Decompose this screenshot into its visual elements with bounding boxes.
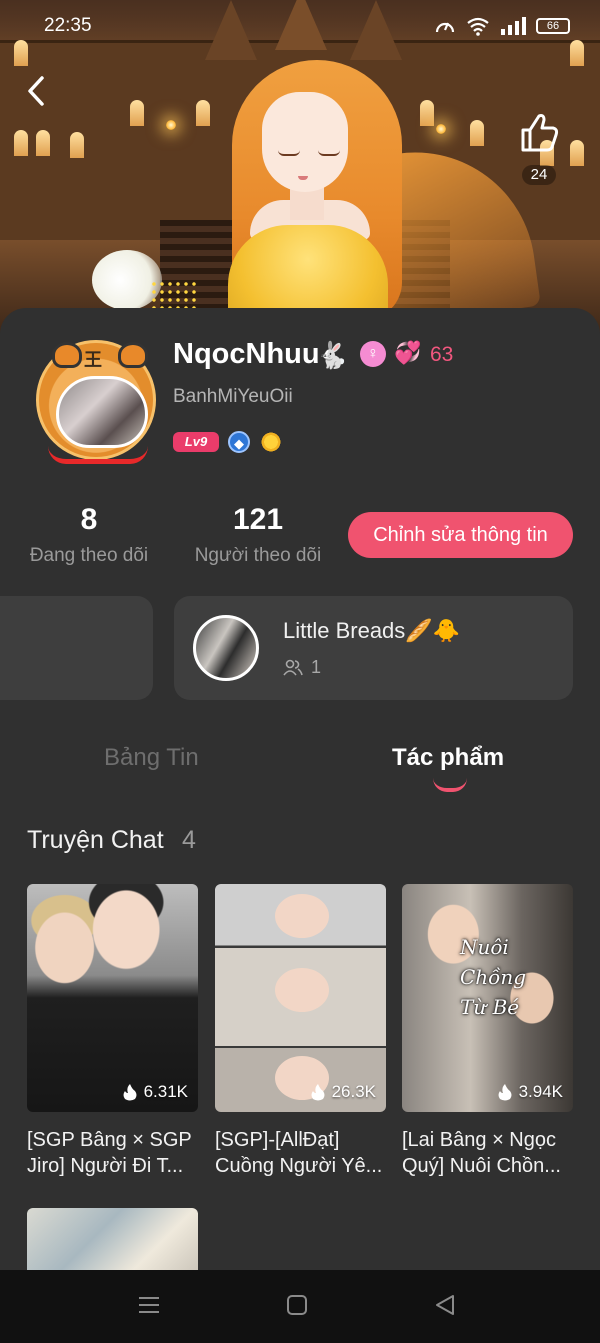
story-card[interactable]: Nuôi Chồng Từ Bé 3.94K [Lai Bâng × Ngọc … (402, 884, 573, 1179)
group-name: Little Breads🥖🐥 (283, 618, 461, 643)
back-nav-button[interactable] (432, 1292, 462, 1322)
tab-works[interactable]: Tác phẩm (392, 744, 504, 772)
back-button[interactable] (22, 74, 52, 108)
story-cover-text: Nuôi Chồng Từ Bé (460, 935, 527, 1019)
rabbit-icon: 🐇 (316, 340, 349, 370)
home-button[interactable] (284, 1292, 314, 1322)
story-cover: 6.31K (27, 884, 198, 1112)
fire-icon (123, 1084, 137, 1101)
avatar-frame-ring (48, 446, 148, 464)
heart-count: 63 (430, 343, 454, 366)
menu-icon (139, 1297, 159, 1313)
group-avatar (193, 615, 259, 681)
display-name: NqocNhuu (173, 338, 320, 370)
story-card[interactable]: 26.3K [SGP]-[AllĐạt] Cuồng Người Yê... (215, 884, 386, 1179)
like-button[interactable]: 24 (514, 110, 564, 185)
speed-icon (435, 22, 455, 33)
story-title: [SGP]-[AllĐạt] Cuồng Người Yê... (215, 1129, 383, 1177)
status-time: 22:35 (44, 15, 92, 36)
story-card-partial[interactable] (27, 1208, 198, 1278)
followers-label: Người theo dõi (194, 545, 322, 566)
group-card-partial[interactable] (0, 596, 153, 700)
section-title: Truyện Chat (27, 826, 164, 854)
story-title: [Lai Bâng × Ngọc Quý] Nuôi Chồn... (402, 1129, 561, 1177)
thumbs-up-icon (521, 114, 559, 152)
members-icon (283, 659, 303, 676)
story-view-count: 6.31K (143, 1082, 188, 1101)
recent-apps-button[interactable] (136, 1292, 166, 1322)
group-members: 1 (283, 657, 321, 678)
battery-icon: 66 (536, 18, 570, 34)
triangle-back-icon (436, 1295, 454, 1315)
fire-icon (498, 1084, 512, 1101)
square-icon (287, 1295, 307, 1315)
followers-stat[interactable]: 121 Người theo dõi (190, 503, 326, 567)
tab-feed[interactable]: Bảng Tin (104, 744, 199, 772)
story-view-count: 3.94K (518, 1082, 563, 1101)
hearts-icon: 💞 (394, 340, 422, 365)
signal-icon (501, 17, 526, 35)
following-stat[interactable]: 8 Đang theo dõi (26, 503, 152, 567)
story-view-count: 26.3K (331, 1082, 376, 1101)
section-count: 4 (182, 826, 196, 854)
story-views: 26.3K (310, 1082, 376, 1102)
user-handle: BanhMiYeuOii (173, 386, 293, 407)
profile-cover-image (0, 0, 600, 340)
wifi-icon (467, 17, 489, 36)
story-card[interactable]: 6.31K [SGP Bâng × SGP Jiro] Người Đi T..… (27, 884, 198, 1179)
chevron-left-icon (28, 76, 44, 106)
diamond-badge-icon[interactable]: ◆ (228, 431, 250, 453)
story-cover: Nuôi Chồng Từ Bé 3.94K (402, 884, 573, 1112)
level-badge[interactable]: Lv9 (173, 432, 219, 452)
group-member-count: 1 (311, 657, 322, 677)
status-bar: 22:35 66 (0, 0, 600, 50)
story-title: [SGP Bâng × SGP Jiro] Người Đi T... (27, 1129, 192, 1177)
followers-count: 121 (232, 503, 284, 536)
story-views: 3.94K (497, 1082, 563, 1102)
following-count: 8 (80, 503, 98, 536)
story-cover: 26.3K (215, 884, 386, 1112)
avatar-photo (56, 376, 148, 448)
sun-badge-icon[interactable] (259, 430, 283, 454)
edit-profile-button[interactable]: Chỉnh sửa thông tin (348, 512, 573, 558)
following-label: Đang theo dõi (29, 545, 149, 566)
fire-icon (311, 1084, 325, 1101)
story-views: 6.31K (122, 1082, 188, 1102)
like-count: 24 (521, 165, 557, 185)
female-gender-icon: ♀ (360, 341, 386, 367)
avatar-frame-mark: 王 (84, 350, 102, 370)
system-nav-bar (0, 1270, 600, 1343)
